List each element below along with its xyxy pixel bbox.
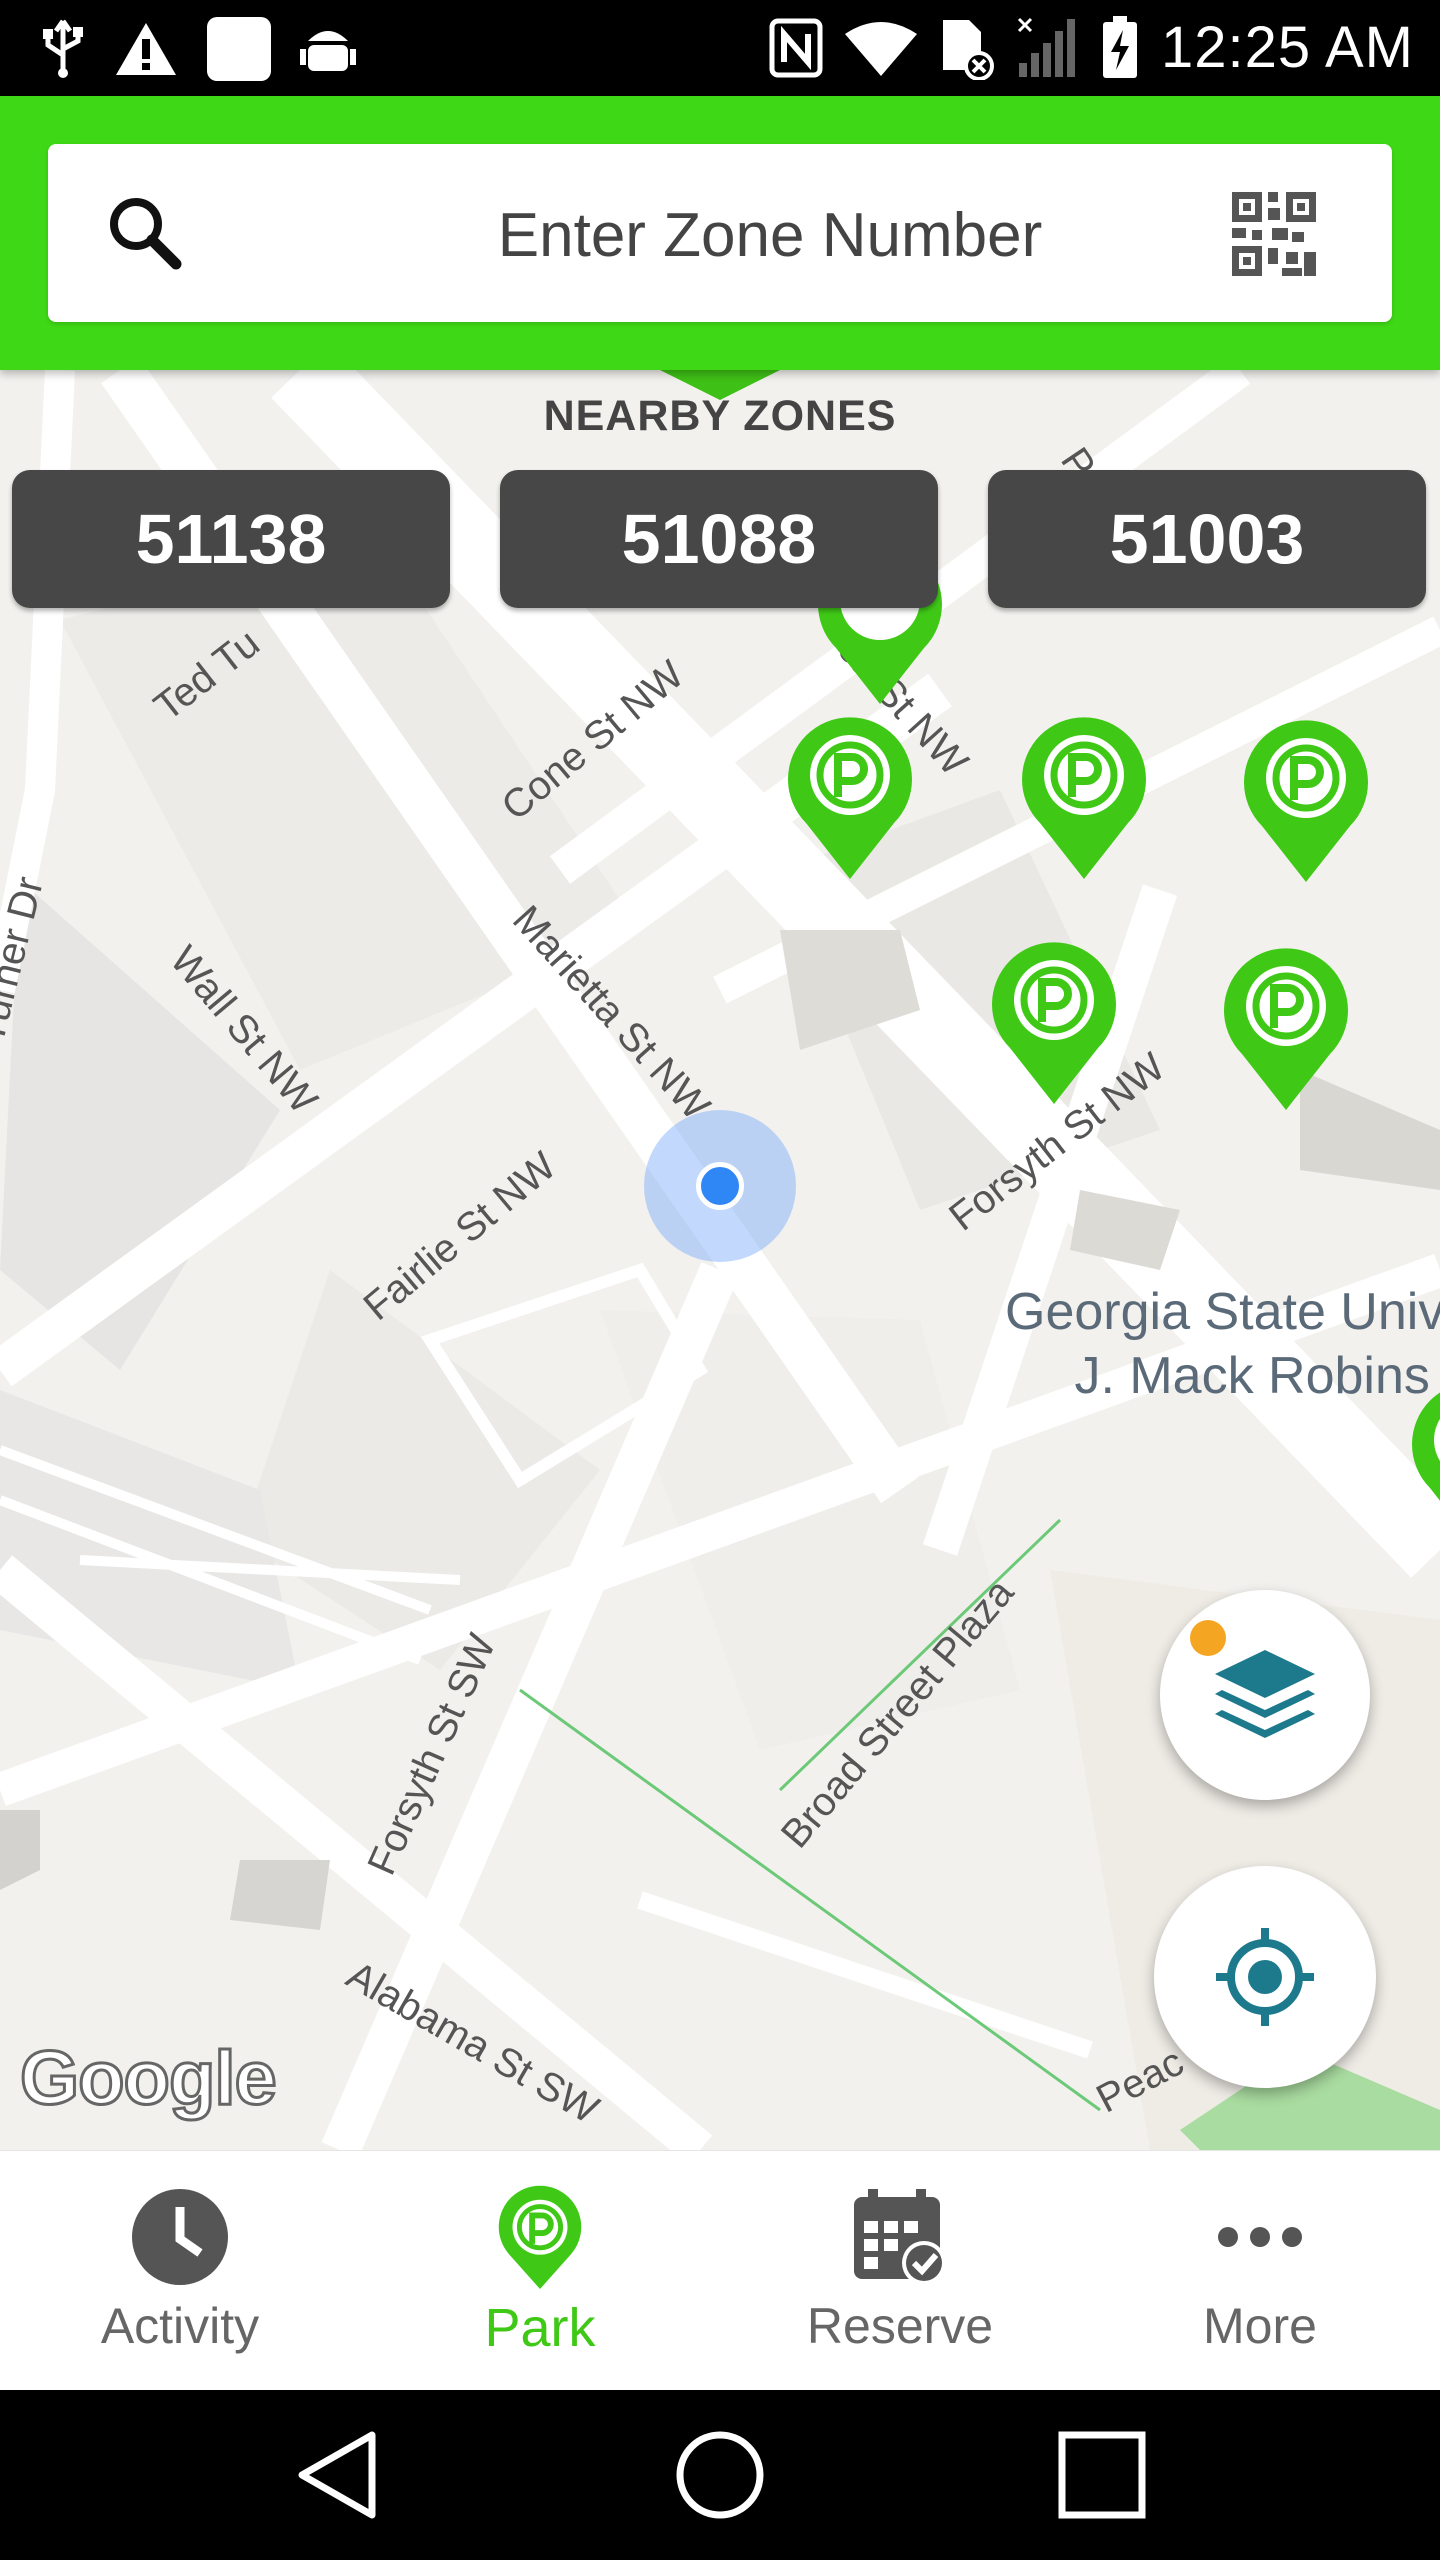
- warning-icon: [116, 23, 176, 75]
- nav-more[interactable]: More: [1080, 2151, 1440, 2391]
- sim-off-icon: [942, 19, 994, 80]
- qr-code-scan-icon[interactable]: [1232, 192, 1316, 276]
- nearby-zones-title: NEARBY ZONES: [543, 392, 897, 440]
- parking-pin[interactable]: [984, 930, 1124, 1106]
- parking-pin[interactable]: [780, 705, 920, 881]
- nav-more-label: More: [1203, 2298, 1317, 2354]
- search-icon[interactable]: [106, 194, 182, 270]
- nfc-icon: [769, 18, 823, 77]
- poi-label-line1: Georgia State Univ: [1005, 1283, 1440, 1341]
- park-pin-icon: [498, 2185, 582, 2290]
- back-icon[interactable]: [290, 2425, 390, 2525]
- parking-pin[interactable]: [1404, 1370, 1440, 1546]
- status-bar: 12:25 AM: [0, 0, 1440, 96]
- zone-button-2[interactable]: 51088: [500, 470, 938, 608]
- layers-icon: [1215, 1650, 1315, 1738]
- crosshair-icon: [1216, 1928, 1314, 2026]
- parking-pin[interactable]: [1014, 705, 1154, 881]
- nav-activity-label: Activity: [100, 2298, 260, 2354]
- zone-button-1[interactable]: 51138: [12, 470, 450, 608]
- notification-square-icon: [207, 17, 271, 81]
- bottom-navigation: Activity Park Reserve More: [0, 2150, 1440, 2391]
- nav-park[interactable]: Park: [360, 2151, 720, 2391]
- app-header: [0, 96, 1440, 370]
- user-location-marker: [644, 1110, 796, 1262]
- zone-button-3[interactable]: 51003: [988, 470, 1426, 608]
- my-location-button[interactable]: [1154, 1866, 1376, 2088]
- usb-icon: [43, 19, 83, 78]
- map-view[interactable]: Ted Tu Cone St NW Marietta St NW Wall St…: [0, 370, 1440, 2150]
- more-dots-icon: [1218, 2227, 1302, 2247]
- poi-label-line2: J. Mack Robins: [1074, 1347, 1430, 1405]
- signal-icon: [1017, 17, 1075, 77]
- android-debug-icon: [300, 31, 356, 71]
- recents-icon[interactable]: [1052, 2425, 1152, 2525]
- system-navigation-bar: [0, 2390, 1440, 2560]
- wifi-icon: [844, 21, 917, 76]
- poi-label-georgia-state: Georgia State Univ J. Mack Robins: [1005, 1280, 1440, 1408]
- zone-number-input[interactable]: [218, 184, 1322, 286]
- nav-reserve-label: Reserve: [806, 2298, 994, 2354]
- status-time: 12:25 AM: [1160, 15, 1414, 80]
- nav-park-label: Park: [484, 2298, 596, 2358]
- google-attribution: Google: [19, 2035, 279, 2123]
- parking-pin[interactable]: [1216, 936, 1356, 1112]
- nav-reserve[interactable]: Reserve: [720, 2151, 1080, 2391]
- clock-icon: [132, 2189, 228, 2285]
- zone-search-box[interactable]: [48, 144, 1392, 322]
- map-layers-button[interactable]: [1160, 1590, 1370, 1800]
- calendar-check-icon: [854, 2189, 946, 2285]
- parking-pin[interactable]: [1236, 708, 1376, 884]
- user-location-dot: [696, 1162, 744, 1210]
- battery-charging-icon: [1102, 15, 1137, 78]
- nearby-zones: NEARBY ZONES 51138 51088 51003: [0, 370, 1440, 610]
- home-icon[interactable]: [670, 2425, 770, 2525]
- nav-activity[interactable]: Activity: [0, 2151, 360, 2391]
